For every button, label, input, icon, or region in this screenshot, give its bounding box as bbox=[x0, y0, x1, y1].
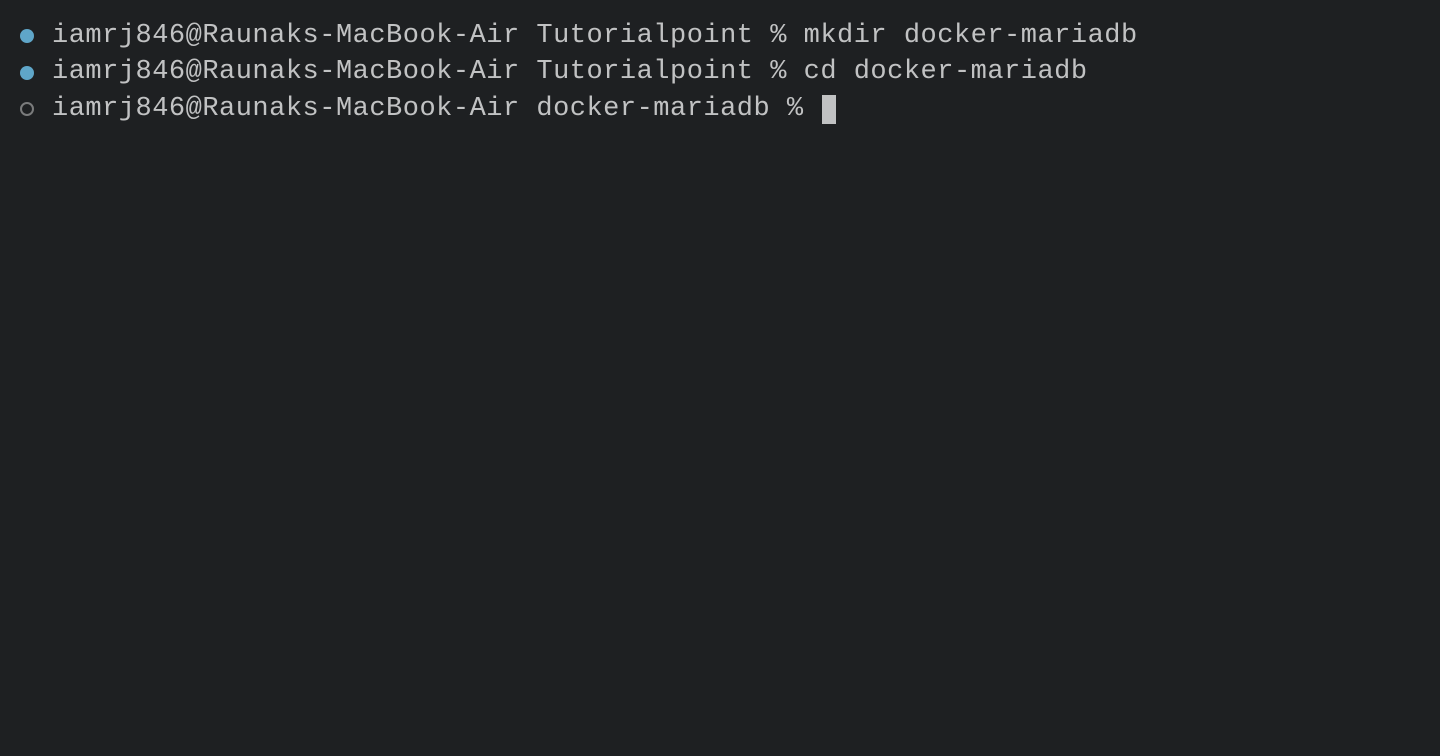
terminal-line: iamrj846@Raunaks-MacBook-Air Tutorialpoi… bbox=[20, 18, 1420, 54]
terminal-line: iamrj846@Raunaks-MacBook-Air Tutorialpoi… bbox=[20, 54, 1420, 90]
terminal-line: iamrj846@Raunaks-MacBook-Air docker-mari… bbox=[20, 91, 1420, 127]
status-bullet-icon bbox=[20, 29, 34, 43]
status-bullet-icon bbox=[20, 102, 34, 116]
prompt-text: iamrj846@Raunaks-MacBook-Air Tutorialpoi… bbox=[52, 18, 1138, 54]
prompt-text: iamrj846@Raunaks-MacBook-Air docker-mari… bbox=[52, 91, 836, 127]
cursor-icon bbox=[822, 95, 836, 124]
prompt-text: iamrj846@Raunaks-MacBook-Air Tutorialpoi… bbox=[52, 54, 1088, 90]
terminal-window[interactable]: iamrj846@Raunaks-MacBook-Air Tutorialpoi… bbox=[20, 18, 1420, 127]
status-bullet-icon bbox=[20, 66, 34, 80]
